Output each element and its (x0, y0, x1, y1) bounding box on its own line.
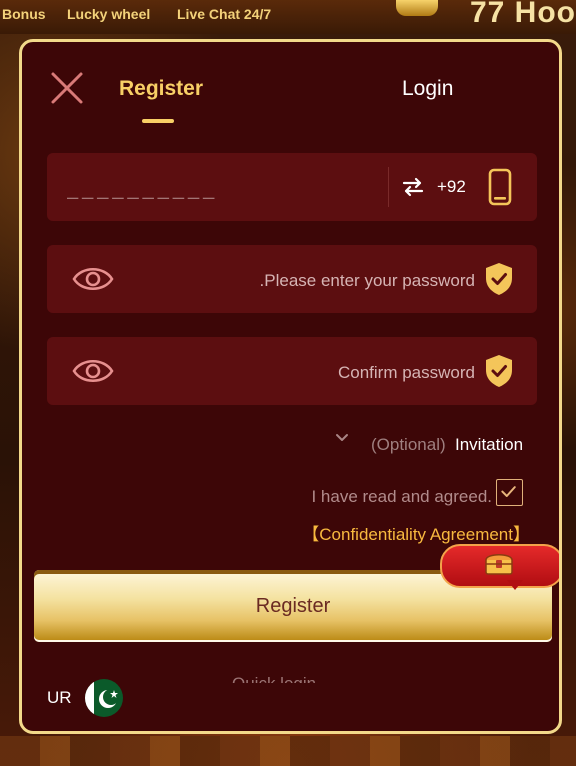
bottom-decoration (0, 736, 576, 766)
invitation-optional-label: (Optional) (371, 435, 446, 454)
check-icon (501, 486, 516, 497)
confirm-password-field (47, 337, 537, 405)
swap-icon[interactable] (402, 177, 424, 197)
confirm-password-input[interactable] (137, 355, 477, 391)
register-modal: Register Login +92 (19, 39, 562, 734)
password-field (47, 245, 537, 313)
eye-icon[interactable] (72, 355, 114, 387)
divider (388, 167, 389, 207)
tab-login[interactable]: Login (402, 77, 453, 101)
shield-check-icon (486, 263, 512, 295)
treasure-chest-icon (485, 554, 513, 575)
close-icon[interactable] (50, 71, 84, 105)
tab-register[interactable]: Register (119, 77, 203, 101)
brand-logo: 77 Hoo (469, 0, 576, 29)
password-input[interactable] (137, 263, 477, 299)
top-bar-item-lucky-wheel[interactable]: Lucky wheel (67, 6, 150, 22)
language-label: UR (47, 688, 72, 707)
invitation-label: Invitation (455, 435, 524, 454)
pakistan-flag-icon[interactable] (84, 678, 124, 718)
gift-badge-tail (507, 580, 523, 590)
top-bar: Bonus Lucky wheel Live Chat 24/7 77 Hoo (0, 0, 576, 34)
shield-check-icon (486, 355, 512, 387)
quick-login-label: Quick login (232, 674, 317, 693)
crown-icon (396, 0, 438, 16)
agreement-text: I have read and agreed. (311, 487, 492, 506)
country-code[interactable]: +92 (437, 177, 466, 197)
top-bar-item-bonus[interactable]: Bonus (2, 6, 46, 22)
active-tab-indicator (142, 119, 174, 123)
phone-icon (488, 168, 512, 206)
top-bar-item-live-chat[interactable]: Live Chat 24/7 (177, 6, 271, 22)
phone-field: +92 (47, 153, 537, 221)
agreement-checkbox[interactable] (496, 479, 523, 506)
eye-icon[interactable] (72, 263, 114, 295)
phone-input[interactable] (65, 171, 369, 207)
confidentiality-agreement-link[interactable]: 【Confidentiality Agreement】 (302, 520, 530, 545)
chevron-down-icon (336, 434, 348, 441)
